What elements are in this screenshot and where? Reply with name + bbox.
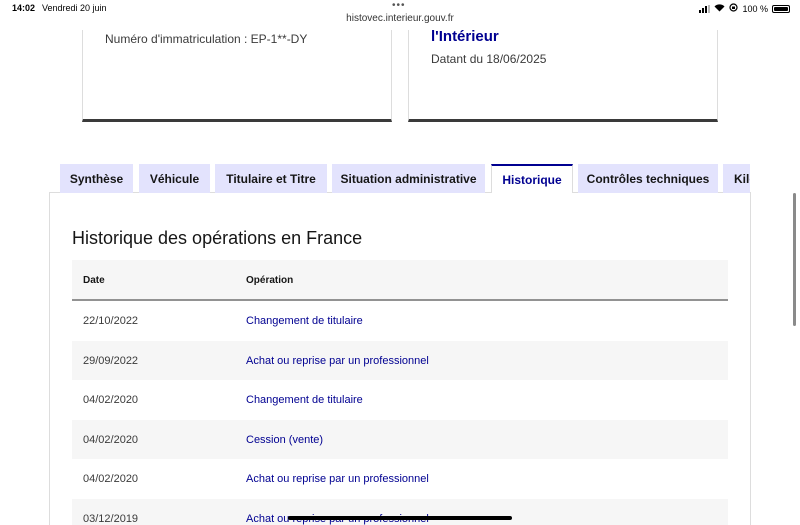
tab-titulaire-titre[interactable]: Titulaire et Titre [215,164,327,193]
tab-historique[interactable]: Historique [491,164,573,193]
row-date: 22/10/2022 [83,315,139,327]
table-row: 04/02/2020 Achat ou reprise par un profe… [72,459,728,499]
history-table: Date Opération 22/10/2022 Changement de … [72,260,728,525]
row-operation-link[interactable]: Achat ou reprise par un professionnel [246,355,429,367]
tab-controles-techniques[interactable]: Contrôles techniques [578,164,718,193]
row-date: 04/02/2020 [83,394,139,406]
row-date: 04/02/2020 [83,433,139,446]
row-operation-link[interactable]: Changement de titulaire [246,315,363,327]
page-title: Historique des opérations en France [72,228,363,248]
row-operation-link[interactable]: Changement de titulaire [246,394,363,406]
table-body: 22/10/2022 Changement de titulaire 29/09… [72,301,728,525]
tab-vehicule[interactable]: Véhicule [139,164,210,193]
status-date: Vendredi 20 juin [42,3,107,13]
table-row: 04/02/2020 Changement de titulaire [72,380,728,420]
tab-synthese[interactable]: Synthèse [60,164,133,193]
signal-icon [699,4,711,13]
column-header-date: Date [83,275,105,286]
table-row: 04/02/2020 Cession (vente) [72,419,728,459]
row-date: 03/12/2019 [83,512,139,525]
report-date: Datant du 18/06/2025 [431,52,547,66]
status-time: 14:02 [12,3,36,13]
row-operation-link[interactable]: Achat ou reprise par un professionnel [246,473,429,485]
row-date: 29/09/2022 [83,354,139,367]
table-row: 22/10/2022 Changement de titulaire [72,301,728,341]
tab-bar: Synthèse Véhicule Titulaire et Titre Sit… [60,164,750,193]
column-header-operation: Opération [246,275,294,286]
tab-situation-administrative[interactable]: Situation administrative [332,164,485,193]
tab-kilometrage[interactable]: Kilo [723,164,750,193]
battery-icon [772,4,790,13]
battery-percent: 100 % [742,3,768,14]
table-row: 29/09/2022 Achat ou reprise par un profe… [72,340,728,380]
home-indicator[interactable] [288,516,512,520]
url-bar[interactable]: histovec.interieur.gouv.fr [0,13,800,30]
scrollbar[interactable] [793,193,796,326]
table-row: 03/12/2019 Achat ou reprise par un profe… [72,498,728,525]
report-issuer: l'Intérieur [431,28,499,45]
row-date: 04/02/2020 [83,473,139,485]
wifi-icon [714,3,725,14]
table-header: Date Opération [72,260,728,301]
plate-card: Numéro d'immatriculation : EP-1**-DY [82,30,392,122]
row-operation-link[interactable]: Cession (vente) [246,434,323,446]
multitask-dots-icon[interactable]: ••• [392,0,406,11]
registration-number: Numéro d'immatriculation : EP-1**-DY [105,32,308,46]
report-card: l'Intérieur Datant du 18/06/2025 [408,28,718,122]
